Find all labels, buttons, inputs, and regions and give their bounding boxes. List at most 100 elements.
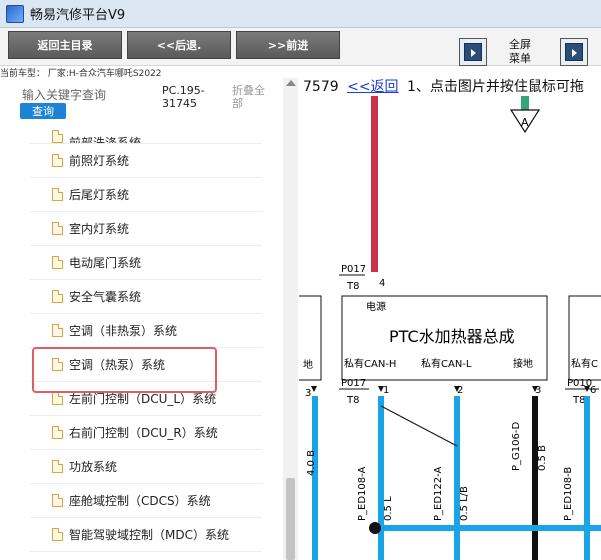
diagram-instruction: 1、点击图片并按住鼠标可拖 [407,79,584,95]
power-label: 电源 [366,300,386,313]
wiring-diagram[interactable]: A P017 T8 4 电源 PTC水加热器总成 私有CAN-H 私有CAN-L… [299,66,601,560]
collapse-all-line2: 部 [232,97,243,110]
left-navigation-panel: 输入关键字查询 查询 PC.195- 31745 折叠全 部 前部洗涤系统 前照… [0,78,298,560]
t8-bottom-label: T8 [346,395,359,406]
wire-05b-label: 0.5 B [537,445,548,471]
toolbar: 返回主目录 <<后退. >>前进 全屏 菜单 [0,28,601,66]
tree-item[interactable]: 前部洗涤系统 [30,122,262,144]
tree-item-label: 智能驾驶域控制（MDC）系统 [69,528,229,542]
can-h-label: 私有CAN-H [344,357,396,370]
ground-wire-black [532,396,538,560]
ground-label: 接地 [513,357,533,370]
tree-item-label: 电动尾门系统 [69,256,142,270]
back-to-main-menu-button[interactable]: 返回主目录 [8,31,122,59]
wiring-diagram-view[interactable]: A P017 T8 4 电源 PTC水加热器总成 私有CAN-H 私有CAN-L… [299,66,601,560]
scrollbar-thumb[interactable] [286,478,295,560]
right-wire-blue [584,396,590,560]
diagram-header: 7579 <<返回 1、点击图片并按住鼠标可拖 [303,76,584,96]
app-logo-icon [6,4,24,23]
full-screen-button[interactable] [560,38,588,66]
pin1-label: 1 [383,385,389,396]
can-l-label: 私有CAN-L [421,357,472,370]
scroll-up-arrow-icon[interactable] [286,80,296,86]
tree-item[interactable]: 前照灯系统 [30,144,262,178]
tree-item-label: 功放系统 [69,460,118,474]
p010-label: P010 [567,378,592,389]
t8-right-label: T8 [572,395,585,406]
bus-wire-blue [375,525,601,531]
collapse-panel-button[interactable] [459,38,487,66]
document-icon [52,188,63,201]
document-icon [52,426,63,439]
document-icon [52,154,63,167]
p017-bottom-label: P017 [341,378,366,389]
power-wire-red [371,96,378,272]
fullscreen-icon [565,43,583,61]
tree-item-label: 右前门控制（DCU_R）系统 [69,426,218,440]
tree-item[interactable]: 空调（非热泵）系统 [30,314,262,348]
wire-05lb-label: 0.5 L/B [459,486,470,521]
document-icon [52,528,63,541]
pin4-label: 4 [379,278,385,289]
pin3-label: 3 [535,385,541,396]
pc-code-line1: PC.195- [162,84,205,97]
panel-toggle-icon [464,43,482,61]
document-icon [52,460,63,473]
tree-item[interactable]: 安全气囊系统 [30,280,262,314]
p017-top-label: P017 [341,264,366,275]
system-tree: 前部洗涤系统 前照灯系统 后尾灯系统 室内灯系统 电动尾门系统 安全气囊系统 空… [30,122,262,552]
wire-ed108a-label: P_ED108-A [357,466,368,521]
query-button[interactable]: 查询 [20,103,66,119]
document-icon [52,256,63,269]
left-box-label: 地 [303,358,313,371]
diagram-back-link[interactable]: <<返回 [347,79,398,95]
tree-item[interactable]: 后尾灯系统 [30,178,262,212]
collapse-all-line1: 折叠全 [232,84,265,97]
selection-highlight [32,347,217,393]
diagram-number: 7579 [303,79,339,95]
tree-item-label: 空调（非热泵）系统 [69,324,178,338]
tree-item-label: 安全气囊系统 [69,290,142,304]
wire-05l-label: 0.5 L [383,496,394,521]
ptc-heater-title: PTC水加热器总成 [389,327,515,346]
pin6-label: 6 [590,385,596,396]
menu-text: 菜单 [509,52,531,65]
tree-item-label: 座舱域控制（CDCS）系统 [69,494,211,508]
forward-button[interactable]: >>前进 [236,31,340,59]
pc-code-line2: 31745 [162,97,197,110]
window-title: 畅易汽修平台V9 [30,8,126,23]
tree-item-label: 前部洗涤系统 [69,136,142,144]
document-icon [52,222,63,235]
wire-ed122a-label: P_ED122-A [433,466,444,521]
splice-node [369,522,381,534]
tree-item[interactable]: 室内灯系统 [30,212,262,246]
connector-a-label: A [521,116,529,129]
pc-code: PC.195- 31745 [162,84,205,110]
tree-item[interactable]: 智能驾驶域控制（MDC）系统 [30,518,262,552]
tree-item[interactable]: 右前门控制（DCU_R）系统 [30,416,262,450]
wire-g106d-label: P_G106-D [511,422,522,471]
collapse-all-button[interactable]: 折叠全 部 [232,84,272,110]
document-icon [52,324,63,337]
document-icon [52,494,63,507]
can-l-wire-blue [454,396,460,560]
left-pin-arrow-icon [311,386,317,392]
left-pin3-label: 3 [305,388,311,399]
back-button[interactable]: <<后退. [127,31,231,59]
tree-item-label: 前照灯系统 [69,154,130,168]
tree-item-label: 后尾灯系统 [69,188,130,202]
search-input[interactable]: 输入关键字查询 [22,86,106,103]
full-screen-menu-label[interactable]: 全屏 菜单 [500,38,540,66]
pin2-label: 2 [457,385,463,396]
tree-item-label: 室内灯系统 [69,222,130,236]
tree-item[interactable]: 功放系统 [30,450,262,484]
document-icon [52,290,63,303]
wire-ed108b-label: P_ED108-B [563,467,574,521]
tree-item[interactable]: 电动尾门系统 [30,246,262,280]
left-wire-blue [312,396,318,560]
vertical-scrollbar[interactable] [283,78,298,560]
t8-top-label: T8 [346,281,359,292]
document-icon [52,130,63,143]
tree-item[interactable]: 座舱域控制（CDCS）系统 [30,484,262,518]
full-screen-text: 全屏 [509,38,531,51]
